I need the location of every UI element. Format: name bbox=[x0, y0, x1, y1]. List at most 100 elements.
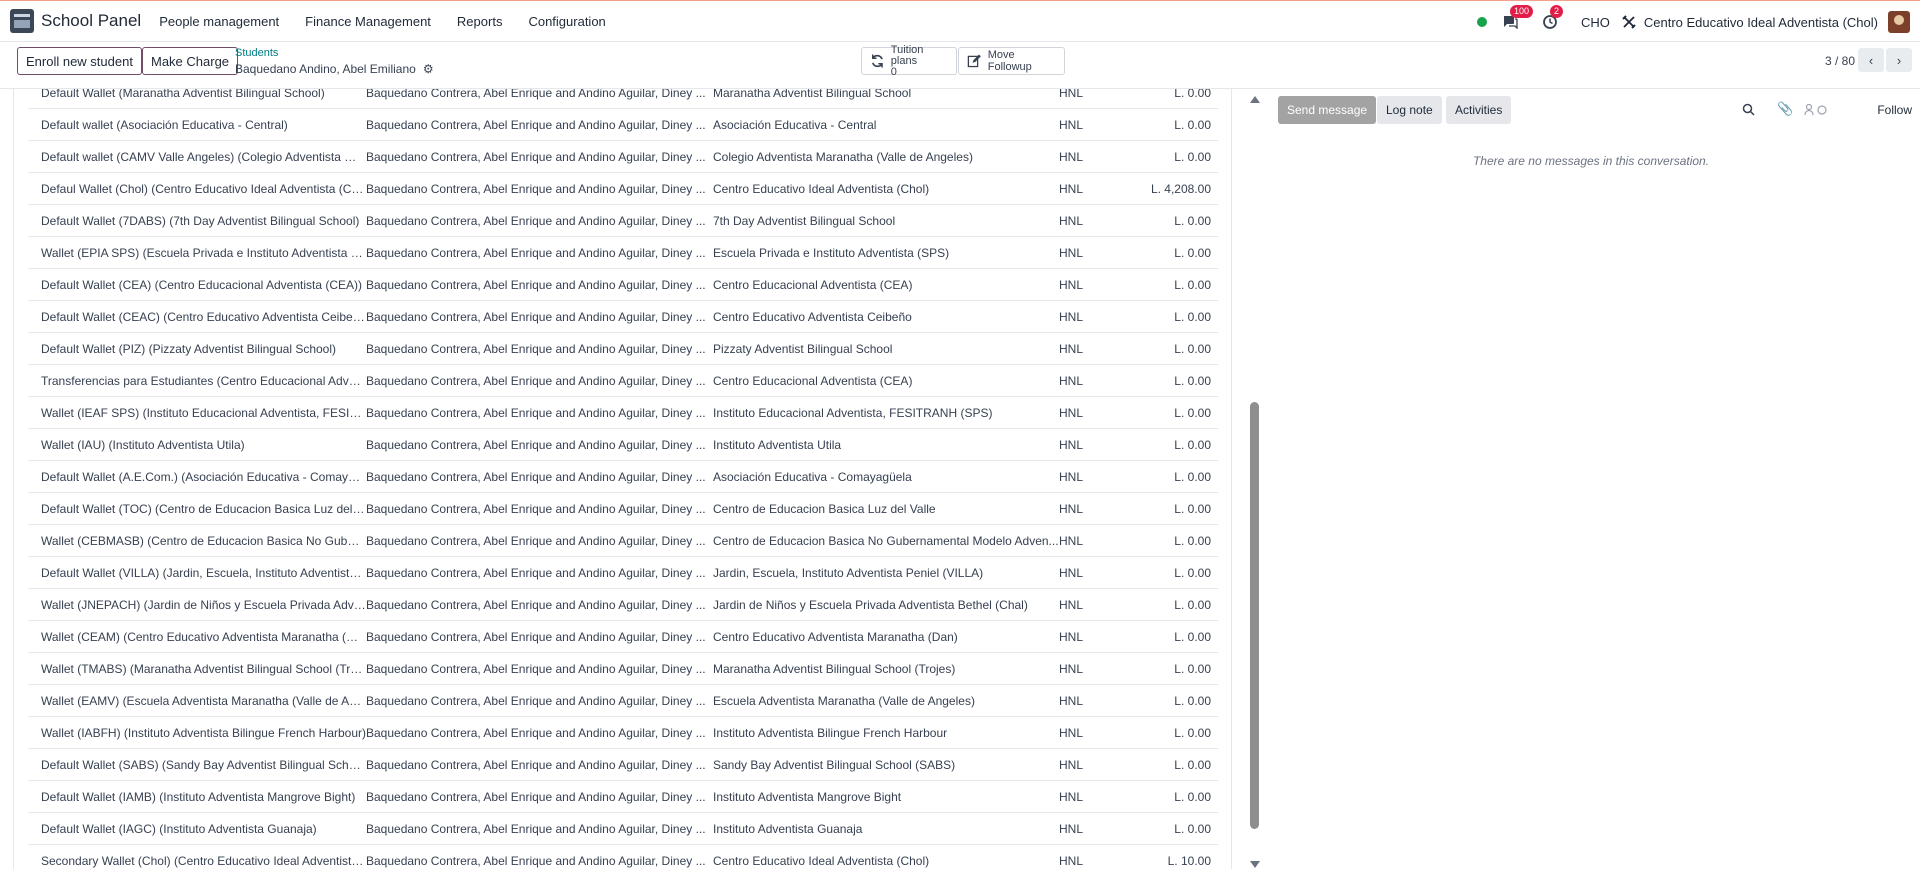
company-switcher[interactable]: Centro Educativo Ideal Adventista (Chol) bbox=[1644, 15, 1878, 30]
wallet-currency-cell: HNL bbox=[1059, 469, 1084, 484]
table-row[interactable]: Default wallet (CAMV Valle Angeles) (Col… bbox=[28, 141, 1218, 173]
send-message-button[interactable]: Send message bbox=[1278, 96, 1377, 124]
wallet-amount-cell: L. 0.00 bbox=[1174, 597, 1211, 612]
wallet-partner-cell: Baquedano Contrera, Abel Enrique and And… bbox=[366, 789, 706, 804]
pager-previous-button[interactable]: ‹ bbox=[1858, 48, 1884, 72]
wallet-currency-cell: HNL bbox=[1059, 533, 1084, 548]
menu-people-management[interactable]: People management bbox=[159, 14, 279, 29]
table-row[interactable]: Transferencias para Estudiantes (Centro … bbox=[28, 365, 1218, 397]
wallet-amount-cell: L. 0.00 bbox=[1174, 341, 1211, 356]
scrollbar-thumb[interactable] bbox=[1250, 402, 1259, 829]
wallet-currency-cell: HNL bbox=[1059, 341, 1084, 356]
breadcrumb-current-record: Baquedano Andino, Abel Emiliano bbox=[235, 62, 416, 76]
table-row[interactable]: Wallet (IEAF SPS) (Instituto Educacional… bbox=[28, 397, 1218, 429]
table-row[interactable]: Default wallet (Asociación Educativa - C… bbox=[28, 109, 1218, 141]
wallet-name-cell: Default Wallet (VILLA) (Jardin, Escuela,… bbox=[41, 565, 366, 580]
wallet-partner-cell: Baquedano Contrera, Abel Enrique and And… bbox=[366, 373, 706, 388]
followers-icon[interactable] bbox=[1803, 103, 1829, 116]
table-row[interactable]: Default Wallet (CEAC) (Centro Educativo … bbox=[28, 301, 1218, 333]
table-row[interactable]: Wallet (EPIA SPS) (Escuela Privada e Ins… bbox=[28, 237, 1218, 269]
wallet-partner-cell: Baquedano Contrera, Abel Enrique and And… bbox=[366, 661, 706, 676]
move-followup-button[interactable]: Move Followup bbox=[958, 47, 1065, 75]
app-logo-icon[interactable] bbox=[10, 9, 34, 33]
user-avatar[interactable] bbox=[1888, 11, 1910, 33]
wallet-currency-cell: HNL bbox=[1059, 565, 1084, 580]
wallet-partner-cell: Baquedano Contrera, Abel Enrique and And… bbox=[366, 213, 706, 228]
table-row[interactable]: Wallet (EAMV) (Escuela Adventista Marana… bbox=[28, 685, 1218, 717]
follow-button[interactable]: Follow bbox=[1877, 103, 1912, 117]
wallet-currency-cell: HNL bbox=[1059, 693, 1084, 708]
systray: 100 2 CHO Centro Educativo Ideal Adventi… bbox=[1476, 1, 1920, 43]
tuition-plans-count: 0 bbox=[890, 65, 897, 78]
wallet-institution-cell: Pizzaty Adventist Bilingual School bbox=[713, 341, 893, 356]
wallet-institution-cell: Sandy Bay Adventist Bilingual School (SA… bbox=[713, 757, 956, 772]
wallet-partner-cell: Baquedano Contrera, Abel Enrique and And… bbox=[366, 149, 706, 164]
wallet-amount-cell: L. 0.00 bbox=[1174, 437, 1211, 452]
wallet-name-cell: Default Wallet (A.E.Com.) (Asociación Ed… bbox=[41, 469, 366, 484]
table-row[interactable]: Defaul Wallet (Chol) (Centro Educativo I… bbox=[28, 173, 1218, 205]
tools-icon[interactable] bbox=[1622, 15, 1636, 29]
table-row[interactable]: Default Wallet (CEA) (Centro Educacional… bbox=[28, 269, 1218, 301]
wallet-name-cell: Wallet (CEAM) (Centro Educativo Adventis… bbox=[41, 629, 366, 644]
pager-value[interactable]: 3 / 80 bbox=[1825, 54, 1855, 68]
tuition-plans-label: Tuition plans bbox=[890, 43, 924, 67]
chatter-tools: 📎 bbox=[1742, 101, 1829, 117]
table-row[interactable]: Wallet (IAU) (Instituto Adventista Utila… bbox=[28, 429, 1218, 461]
scroll-up-arrow-icon[interactable] bbox=[1250, 96, 1260, 103]
wallet-amount-cell: L. 0.00 bbox=[1174, 533, 1211, 548]
activities-button[interactable]: Activities bbox=[1446, 96, 1512, 124]
wallet-amount-cell: L. 0.00 bbox=[1174, 501, 1211, 516]
wallet-currency-cell: HNL bbox=[1059, 661, 1084, 676]
log-note-button[interactable]: Log note bbox=[1377, 96, 1442, 124]
wallet-partner-cell: Baquedano Contrera, Abel Enrique and And… bbox=[366, 181, 706, 196]
table-row[interactable]: Wallet (JNEPACH) (Jardin de Niños y Escu… bbox=[28, 589, 1218, 621]
table-row[interactable]: Default Wallet (IAMB) (Instituto Adventi… bbox=[28, 781, 1218, 813]
table-row[interactable]: Default Wallet (TOC) (Centro de Educacio… bbox=[28, 493, 1218, 525]
menu-configuration[interactable]: Configuration bbox=[528, 14, 605, 29]
wallet-institution-cell: 7th Day Adventist Bilingual School bbox=[713, 213, 896, 228]
wallet-name-cell: Default Wallet (SABS) (Sandy Bay Adventi… bbox=[41, 757, 366, 772]
wallet-institution-cell: Centro Educacional Adventista (CEA) bbox=[713, 373, 913, 388]
wallet-partner-cell: Baquedano Contrera, Abel Enrique and And… bbox=[366, 405, 706, 420]
table-row[interactable]: Wallet (TMABS) (Maranatha Adventist Bili… bbox=[28, 653, 1218, 685]
enroll-new-student-button[interactable]: Enroll new student bbox=[17, 47, 142, 75]
table-row[interactable]: Default Wallet (IAGC) (Instituto Adventi… bbox=[28, 813, 1218, 845]
wallet-institution-cell: Asociación Educativa - Central bbox=[713, 117, 877, 132]
tuition-plans-button[interactable]: Tuition plans 0 bbox=[861, 43, 957, 78]
scroll-down-arrow-icon[interactable] bbox=[1250, 861, 1260, 868]
gear-icon[interactable]: ⚙ bbox=[423, 62, 434, 76]
search-icon[interactable] bbox=[1742, 103, 1755, 116]
wallet-name-cell: Secondary Wallet (Chol) (Centro Educativ… bbox=[41, 853, 366, 868]
messaging-menu[interactable]: 100 bbox=[1501, 5, 1533, 31]
table-row[interactable]: Default Wallet (Maranatha Adventist Bili… bbox=[28, 89, 1218, 109]
wallet-amount-cell: L. 0.00 bbox=[1174, 789, 1211, 804]
wallet-partner-cell: Baquedano Contrera, Abel Enrique and And… bbox=[366, 309, 706, 324]
wallet-currency-cell: HNL bbox=[1059, 245, 1084, 260]
table-row[interactable]: Default Wallet (A.E.Com.) (Asociación Ed… bbox=[28, 461, 1218, 493]
activity-menu[interactable]: 2 bbox=[1541, 5, 1563, 31]
table-row[interactable]: Default Wallet (VILLA) (Jardin, Escuela,… bbox=[28, 557, 1218, 589]
wallet-amount-cell: L. 0.00 bbox=[1174, 693, 1211, 708]
empty-conversation-text: There are no messages in this conversati… bbox=[1472, 154, 1710, 168]
menu-reports[interactable]: Reports bbox=[457, 14, 503, 29]
user-code[interactable]: CHO bbox=[1581, 15, 1610, 30]
menu-finance-management[interactable]: Finance Management bbox=[305, 14, 431, 29]
app-name[interactable]: School Panel bbox=[41, 11, 141, 31]
wallet-amount-cell: L. 0.00 bbox=[1174, 149, 1211, 164]
table-row[interactable]: Default Wallet (PIZ) (Pizzaty Adventist … bbox=[28, 333, 1218, 365]
table-row[interactable]: Wallet (CEBMASB) (Centro de Educacion Ba… bbox=[28, 525, 1218, 557]
breadcrumb-students[interactable]: Students bbox=[235, 47, 278, 59]
table-row[interactable]: Default Wallet (7DABS) (7th Day Adventis… bbox=[28, 205, 1218, 237]
attachment-icon[interactable]: 📎 bbox=[1777, 101, 1793, 117]
table-row[interactable]: Default Wallet (SABS) (Sandy Bay Adventi… bbox=[28, 749, 1218, 781]
wallet-name-cell: Default Wallet (TOC) (Centro de Educacio… bbox=[41, 501, 366, 516]
pager-next-button[interactable]: › bbox=[1886, 48, 1912, 72]
make-charge-button[interactable]: Make Charge bbox=[142, 47, 239, 75]
table-row[interactable]: Wallet (IABFH) (Instituto Adventista Bil… bbox=[28, 717, 1218, 749]
wallets-list: Default Wallet (Maranatha Adventist Bili… bbox=[0, 89, 1232, 869]
table-row[interactable]: Wallet (CEAM) (Centro Educativo Adventis… bbox=[28, 621, 1218, 653]
wallet-name-cell: Wallet (TMABS) (Maranatha Adventist Bili… bbox=[41, 661, 366, 676]
wallet-currency-cell: HNL bbox=[1059, 725, 1084, 740]
table-row[interactable]: Secondary Wallet (Chol) (Centro Educativ… bbox=[28, 845, 1218, 869]
wallet-institution-cell: Centro Educativo Adventista Maranatha (D… bbox=[713, 629, 958, 644]
